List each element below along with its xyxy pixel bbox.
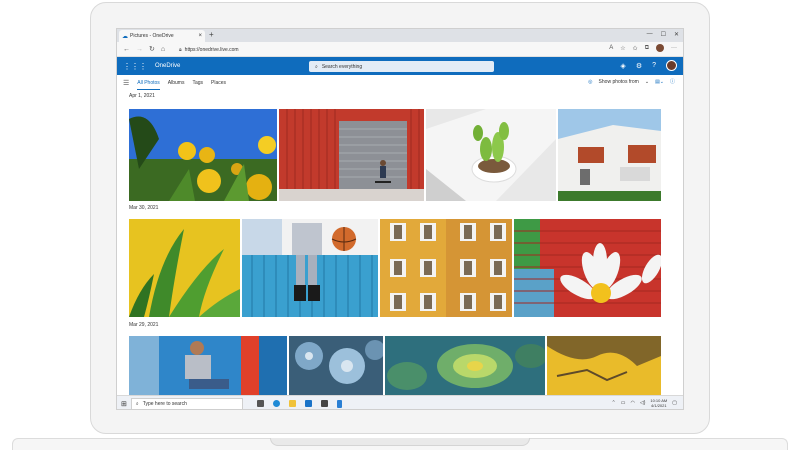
minimize-button[interactable]: — [647,31,653,38]
tab-all-photos[interactable]: All Photos [137,80,160,90]
url-text: https://onedrive.live.com [184,46,239,53]
lock-icon: 🔒︎ [179,46,182,53]
tab-albums[interactable]: Albums [168,80,185,86]
window-controls: — ☐ ✕ [647,31,679,38]
photos-nav: ☰ All Photos Albums Tags Places ◎ Show p… [117,75,683,91]
favorites-icon[interactable]: ☆ [620,45,625,52]
edge-icon[interactable] [272,400,280,407]
search-icon: ⌕ [315,63,318,70]
laptop-notch [270,438,530,446]
tab-close-icon[interactable]: × [198,33,205,39]
wifi-icon[interactable]: ◠ [630,400,634,406]
show-photos-from-dropdown[interactable]: Show photos from [599,79,639,85]
date-heading: Mar 30, 2021 [129,205,159,211]
forward-icon[interactable]: → [136,46,143,53]
photo-yellow-building[interactable] [380,219,512,317]
refresh-icon[interactable]: ↻ [149,45,155,53]
search-icon: ⌕ [135,400,139,407]
photo-succulents-blue[interactable] [289,336,383,395]
photos-nav-right: ◎ Show photos from ⌄ ▤⌄ ⓘ [588,78,675,86]
windows-start-icon[interactable]: ⊞ [121,400,127,408]
app-name[interactable]: OneDrive [155,63,180,69]
photo-grid: Apr 1, 2021 Mar 30, 2021 Mar 29, 2021 [129,91,673,395]
browser-toolbar-right: A ☆ ✩ ⧉ ··· [609,44,677,52]
photo-basketball-fence[interactable] [242,219,378,317]
screen: ☁ Pictures - OneDrive × + — ☐ ✕ ← → ↻ ⌂ … [116,28,684,410]
taskbar-search-placeholder: Type here to search [142,400,187,407]
photo-flower-mural[interactable] [514,219,661,317]
favorites-bar-icon[interactable]: ✩ [633,45,638,52]
phone-icon[interactable] [336,399,342,408]
tab-places[interactable]: Places [211,80,226,86]
read-aloud-icon[interactable]: A [609,45,613,51]
search-placeholder: Search everything [321,63,363,70]
date-heading: Mar 29, 2021 [129,322,159,328]
avatar[interactable] [666,60,677,71]
back-icon[interactable]: ← [123,46,130,53]
taskbar-search-input[interactable]: ⌕ Type here to search [130,397,243,409]
taskbar-apps [256,399,342,408]
more-icon[interactable]: ··· [671,45,677,51]
taskbar: ⊞ ⌕ Type here to search ⌃ ▭ ◠ ◁) 10:10 A… [117,395,683,409]
network-icon[interactable]: ◈ [620,62,625,70]
edge-cloud-icon: ☁ [122,33,128,40]
battery-icon[interactable]: ▭ [621,400,626,406]
tab-tags[interactable]: Tags [192,80,203,86]
collections-icon[interactable]: ⧉ [645,45,649,52]
browser-tab[interactable]: ☁ Pictures - OneDrive × [119,30,205,42]
photo-white-house[interactable] [558,109,661,201]
system-tray: ⌃ ▭ ◠ ◁) 10:10 AM 4/1/2021 ▢ [612,398,677,408]
info-icon[interactable]: ⓘ [670,78,675,85]
filter-icon[interactable]: ◎ [588,79,592,85]
profile-icon[interactable] [656,44,664,52]
photo-skateboarder-garage[interactable] [279,109,424,201]
notifications-icon[interactable]: ▢ [672,400,677,406]
search-input[interactable]: ⌕ Search everything [309,61,494,72]
tab-title: Pictures - OneDrive [130,33,174,39]
photo-yellow-wall-shadow[interactable] [547,336,661,395]
hamburger-icon[interactable]: ☰ [123,79,129,87]
waffle-icon[interactable]: ⋮⋮⋮ [123,62,147,71]
mail-icon[interactable] [304,400,312,407]
new-tab-button[interactable]: + [209,30,214,39]
url-field[interactable]: 🔒︎ https://onedrive.live.com [179,45,479,54]
close-window-button[interactable]: ✕ [674,31,679,38]
photo-cactus-pot[interactable] [426,109,556,201]
browser-tab-strip: ☁ Pictures - OneDrive × + — ☐ ✕ [117,29,683,42]
file-explorer-icon[interactable] [288,400,296,407]
date-heading: Apr 1, 2021 [129,93,155,99]
clock[interactable]: 10:10 AM 4/1/2021 [650,398,667,408]
photo-man-sitting[interactable] [129,336,287,395]
home-icon[interactable]: ⌂ [161,46,165,53]
photo-succulent-green[interactable] [385,336,545,395]
photo-green-leaves[interactable] [129,219,240,317]
view-icon[interactable]: ▤⌄ [655,79,664,85]
onedrive-header: ⋮⋮⋮ OneDrive ⌕ Search everything ◈ ⚙ ? [117,57,683,75]
photo-yellow-flowers[interactable] [129,109,277,201]
help-icon[interactable]: ? [652,62,656,69]
store-icon[interactable] [320,400,328,407]
volume-icon[interactable]: ◁) [640,400,646,406]
chevron-down-icon[interactable]: ⌄ [645,79,649,85]
clock-date: 4/1/2021 [651,403,667,408]
settings-icon[interactable]: ⚙ [636,62,642,70]
chevron-up-icon[interactable]: ⌃ [612,400,616,406]
address-bar: ← → ↻ ⌂ 🔒︎ https://onedrive.live.com A ☆… [117,42,683,57]
maximize-button[interactable]: ☐ [661,31,666,38]
header-icons: ◈ ⚙ ? [620,60,677,71]
task-view-icon[interactable] [256,400,264,407]
